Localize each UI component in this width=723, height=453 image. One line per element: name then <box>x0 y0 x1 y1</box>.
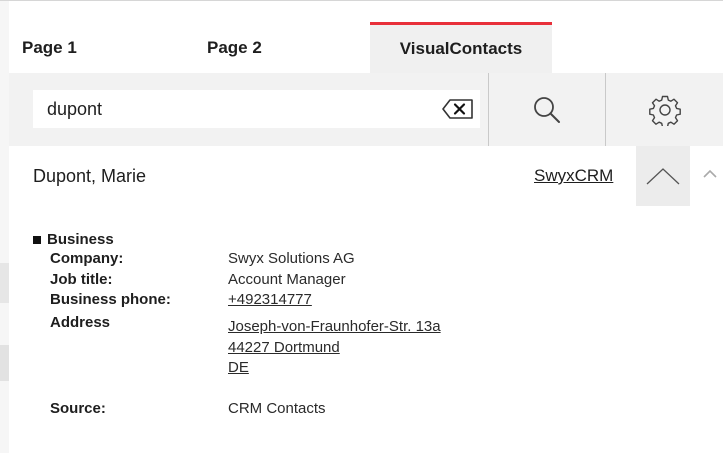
scrollbar-track[interactable] <box>702 206 718 453</box>
bullet-icon <box>33 235 41 244</box>
address-line-3-link[interactable]: DE <box>228 359 249 376</box>
search-button[interactable] <box>489 73 605 146</box>
source-label: Source: <box>50 400 106 417</box>
tab-bar: Page 1 Page 2 VisualContacts <box>9 1 723 73</box>
scroll-up-button[interactable] <box>701 166 719 182</box>
contact-panel: Dupont, Marie SwyxCRM Business Company: … <box>9 146 723 453</box>
settings-button[interactable] <box>606 73 723 146</box>
company-label: Company: <box>50 250 124 267</box>
tab-page-1[interactable]: Page 1 <box>22 22 92 73</box>
left-edge-segment <box>0 263 9 303</box>
job-title-label: Job title: <box>50 271 113 288</box>
collapse-button[interactable] <box>636 146 690 206</box>
search-box <box>33 90 480 128</box>
search-input[interactable] <box>47 90 417 128</box>
tab-visualcontacts[interactable]: VisualContacts <box>370 22 552 73</box>
left-edge-panel <box>0 1 9 453</box>
chevron-up-icon <box>646 168 680 185</box>
section-heading: Business <box>33 231 114 248</box>
clear-search-button[interactable] <box>441 97 475 121</box>
business-phone-link[interactable]: +492314777 <box>228 291 312 308</box>
gear-icon <box>648 95 681 126</box>
company-value: Swyx Solutions AG <box>228 250 355 267</box>
search-toolbar <box>9 73 723 146</box>
job-title-value: Account Manager <box>228 271 346 288</box>
business-phone-label: Business phone: <box>50 291 171 308</box>
crm-link[interactable]: SwyxCRM <box>534 166 613 186</box>
contact-name: Dupont, Marie <box>33 166 147 186</box>
address-line-2-link[interactable]: 44227 Dortmund <box>228 339 340 356</box>
backspace-x-icon <box>442 99 473 119</box>
tab-page-2[interactable]: Page 2 <box>207 22 277 73</box>
scroll-up-arrow-icon <box>703 169 717 178</box>
address-line-1-link[interactable]: Joseph-von-Fraunhofer-Str. 13a <box>228 318 441 335</box>
left-edge-segment <box>0 345 9 381</box>
section-heading-label: Business <box>47 231 114 248</box>
magnifier-icon <box>534 96 560 123</box>
source-value: CRM Contacts <box>228 400 326 417</box>
address-label: Address <box>50 314 111 331</box>
